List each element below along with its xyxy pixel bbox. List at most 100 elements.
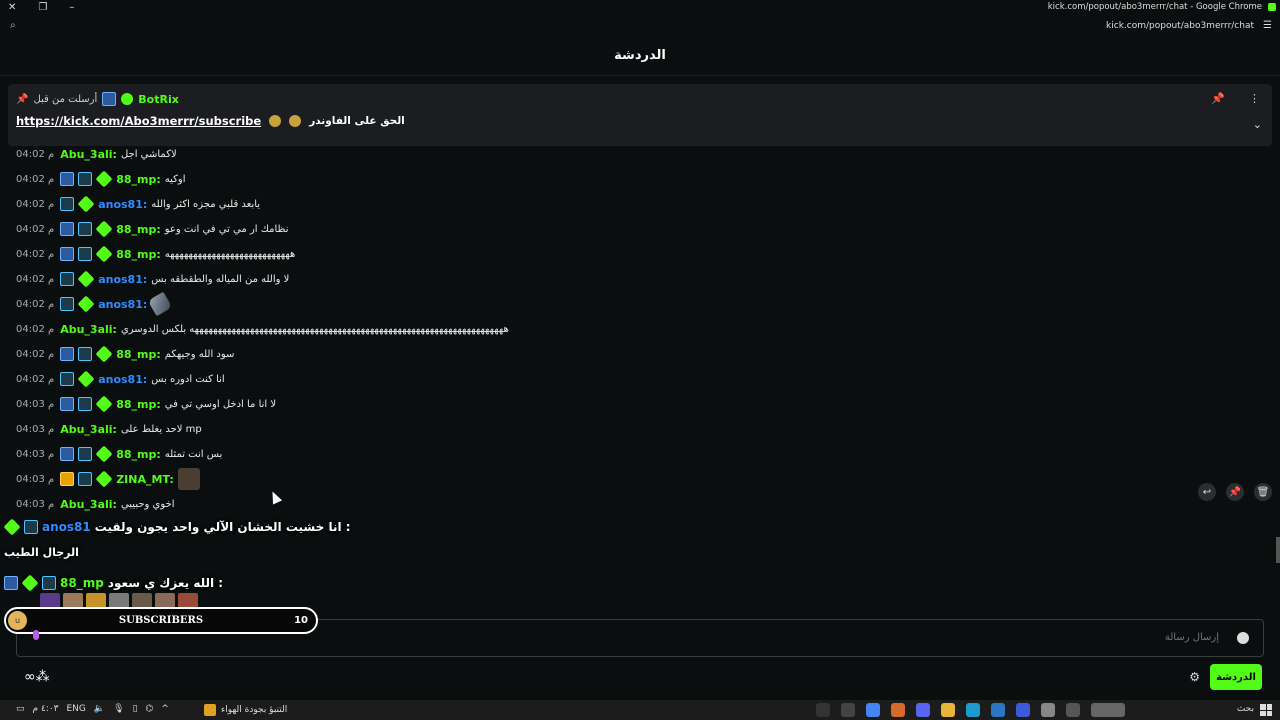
chat-message[interactable]: 04:02 م Abu_3ali: لاكماشي اجل <box>16 146 177 165</box>
zoom-icon[interactable]: ⌕ <box>10 20 16 31</box>
moderator-badge-icon <box>60 222 75 236</box>
message-username[interactable]: anos81: <box>98 198 147 211</box>
message-username[interactable]: Abu_3ali: <box>60 498 117 511</box>
clock-app-icon[interactable] <box>841 703 855 717</box>
scrollbar[interactable] <box>1276 537 1280 563</box>
app-icon[interactable] <box>991 703 1005 717</box>
pin-message-icon[interactable]: 📌 <box>1226 483 1244 501</box>
message-timestamp: 04:02 م <box>16 248 55 260</box>
subscriber-badge-icon <box>60 272 75 286</box>
message-username[interactable]: 88_mp: <box>116 173 161 186</box>
emoji-icon[interactable] <box>1237 632 1249 644</box>
message-text: سود الله وجيهكم <box>164 348 235 360</box>
notification-icon[interactable]: ▭ <box>16 704 25 714</box>
restore-icon[interactable]: ❐ <box>38 2 47 13</box>
unpin-icon[interactable]: 📌 <box>1211 92 1225 105</box>
store-icon[interactable] <box>1041 703 1055 717</box>
chat-message[interactable]: 04:02 م anos81: <box>16 291 173 317</box>
message-username[interactable]: anos81: <box>98 373 147 386</box>
windows-taskbar: ▭ ٤:٠٣ م ENG 🔈 🎙 ▯ ⌬ ^ التنبؤ بجودة الهو… <box>0 700 1280 720</box>
emote-icon <box>289 115 302 127</box>
chat-message[interactable]: 04:03 م ZINA_MT: <box>16 468 200 490</box>
message-username[interactable]: ZINA_MT: <box>116 473 174 486</box>
copilot-icon[interactable] <box>1016 703 1030 717</box>
chat-message[interactable]: 04:03 م Abu_3ali: لاحد يغلط على mp <box>16 418 202 440</box>
weather-icon <box>204 704 216 716</box>
pinned-bot-name[interactable]: BotRix <box>138 93 179 106</box>
chat-message[interactable]: 04:02 م 88_mp: ههههههههههههههههههههههههههه… <box>16 243 295 265</box>
chevron-up-icon[interactable]: ^ <box>161 704 169 714</box>
moderator-badge-icon <box>60 447 75 461</box>
subscriber-badge-icon <box>60 297 75 311</box>
chat-message[interactable]: 04:02 م anos81: يابعد قلبي مجزه اكثر والله <box>16 193 260 215</box>
taskbar-search[interactable]: بحث <box>1237 704 1254 714</box>
emote-icon <box>269 115 282 127</box>
reply-icon[interactable]: ↩ <box>1198 483 1216 501</box>
chat-message[interactable]: 04:02 م 88_mp: نظامك ار مي تي في انت وعو <box>16 218 289 240</box>
minimize-icon[interactable]: – <box>69 2 74 13</box>
chrome-icon[interactable] <box>866 703 880 717</box>
message-timestamp: 04:03 م <box>16 448 55 460</box>
infinity-points-icon[interactable]: ∞⁂ <box>24 669 50 685</box>
send-chat-button[interactable]: الدردشة <box>1210 664 1262 690</box>
message-timestamp: 04:02 م <box>16 273 55 285</box>
close-icon[interactable]: ✕ <box>8 2 16 13</box>
message-text: اخوي وحبيبي <box>120 498 175 510</box>
file-explorer-icon[interactable] <box>941 703 955 717</box>
wifi-icon[interactable]: ⌬ <box>146 704 154 714</box>
subscriber-badge-icon <box>78 222 93 236</box>
message-username[interactable]: 88_mp: <box>116 348 161 361</box>
volume-icon[interactable]: 🔈 <box>94 704 105 714</box>
site-menu-icon[interactable]: ☰ <box>1263 20 1272 31</box>
chat-message[interactable]: 04:02 م 88_mp: اوكيه <box>16 168 186 190</box>
pinned-message[interactable]: 📌 أرسلت من قبل BotRix https://kick.com/A… <box>8 84 1272 146</box>
mic-tray-icon[interactable]: 🎙 <box>113 704 124 714</box>
chat-message[interactable]: 04:03 م 88_mp: لا انا ما ادخل اوسي تي في <box>16 393 276 415</box>
more-options-icon[interactable]: ⋮ <box>1249 92 1260 105</box>
clock-time[interactable]: ٤:٠٣ م <box>33 704 59 714</box>
weather-widget[interactable]: التنبؤ بجودة الهواء <box>204 704 287 716</box>
chat-message[interactable]: 04:02 م anos81: انا كنت ادوره بس <box>16 368 225 390</box>
chat-message-list[interactable]: 04:02 م Abu_3ali: لاكماشي اجل 04:02 م 88_mp:… <box>0 146 1280 518</box>
widgets-icon[interactable] <box>1091 703 1125 717</box>
message-username[interactable]: 88_mp: <box>116 223 161 236</box>
gear-icon[interactable]: ⚙ <box>1189 670 1200 684</box>
window-controls: ✕ ❐ – <box>8 2 74 13</box>
weather-text: التنبؤ بجودة الهواء <box>221 705 288 715</box>
message-username[interactable]: anos81: <box>98 273 147 286</box>
app-icon[interactable] <box>891 703 905 717</box>
url-text[interactable]: kick.com/popout/abo3merrr/chat <box>1106 21 1254 31</box>
message-username[interactable]: 88_mp: <box>116 448 161 461</box>
language-indicator[interactable]: ENG <box>67 704 86 714</box>
subscriber-badge-icon <box>78 347 93 361</box>
windows-start-icon[interactable] <box>1260 704 1272 716</box>
chat-message[interactable]: 04:02 م Abu_3ali: هههههههههههههههههههههههه… <box>16 318 509 340</box>
message-username[interactable]: Abu_3ali: <box>60 323 117 336</box>
gem-badge-icon <box>95 445 113 463</box>
chat-message-input[interactable] <box>919 632 1219 643</box>
edge-icon[interactable] <box>966 703 980 717</box>
chat-message[interactable]: 04:03 م Abu_3ali: اخوي وحبيبي <box>16 493 174 515</box>
rocket-emote-icon <box>147 291 173 317</box>
message-username[interactable]: 88_mp: <box>116 248 161 261</box>
app-icon[interactable] <box>816 703 830 717</box>
task-view-icon[interactable] <box>1066 703 1080 717</box>
chat-message[interactable]: 04:02 م anos81: لا والله من المياله والطقط… <box>16 268 289 290</box>
chevron-down-icon[interactable]: ⌄ <box>1253 118 1262 131</box>
gem-badge-icon <box>77 295 95 313</box>
discord-icon[interactable] <box>916 703 930 717</box>
message-username[interactable]: 88_mp: <box>116 398 161 411</box>
message-timestamp: 04:02 م <box>16 323 55 335</box>
message-username[interactable]: Abu_3ali: <box>60 423 117 436</box>
message-text: بس انت تمثله <box>164 448 223 460</box>
battery-icon[interactable]: ▯ <box>133 704 138 714</box>
chat-message[interactable]: 04:03 م 88_mp: بس انت تمثله <box>16 443 222 465</box>
stream-overlay-chat-line: الرجال الطيب <box>4 546 79 559</box>
moderator-badge-icon <box>60 172 75 186</box>
pinned-link[interactable]: https://kick.com/Abo3merrr/subscribe <box>16 114 261 128</box>
message-username[interactable]: anos81: <box>98 298 147 311</box>
chat-message[interactable]: 04:02 م 88_mp: سود الله وجيهكم <box>16 343 234 365</box>
message-username[interactable]: Abu_3ali: <box>60 148 117 161</box>
delete-icon[interactable]: 🗑 <box>1254 483 1272 501</box>
pin-icon: 📌 <box>16 93 29 105</box>
